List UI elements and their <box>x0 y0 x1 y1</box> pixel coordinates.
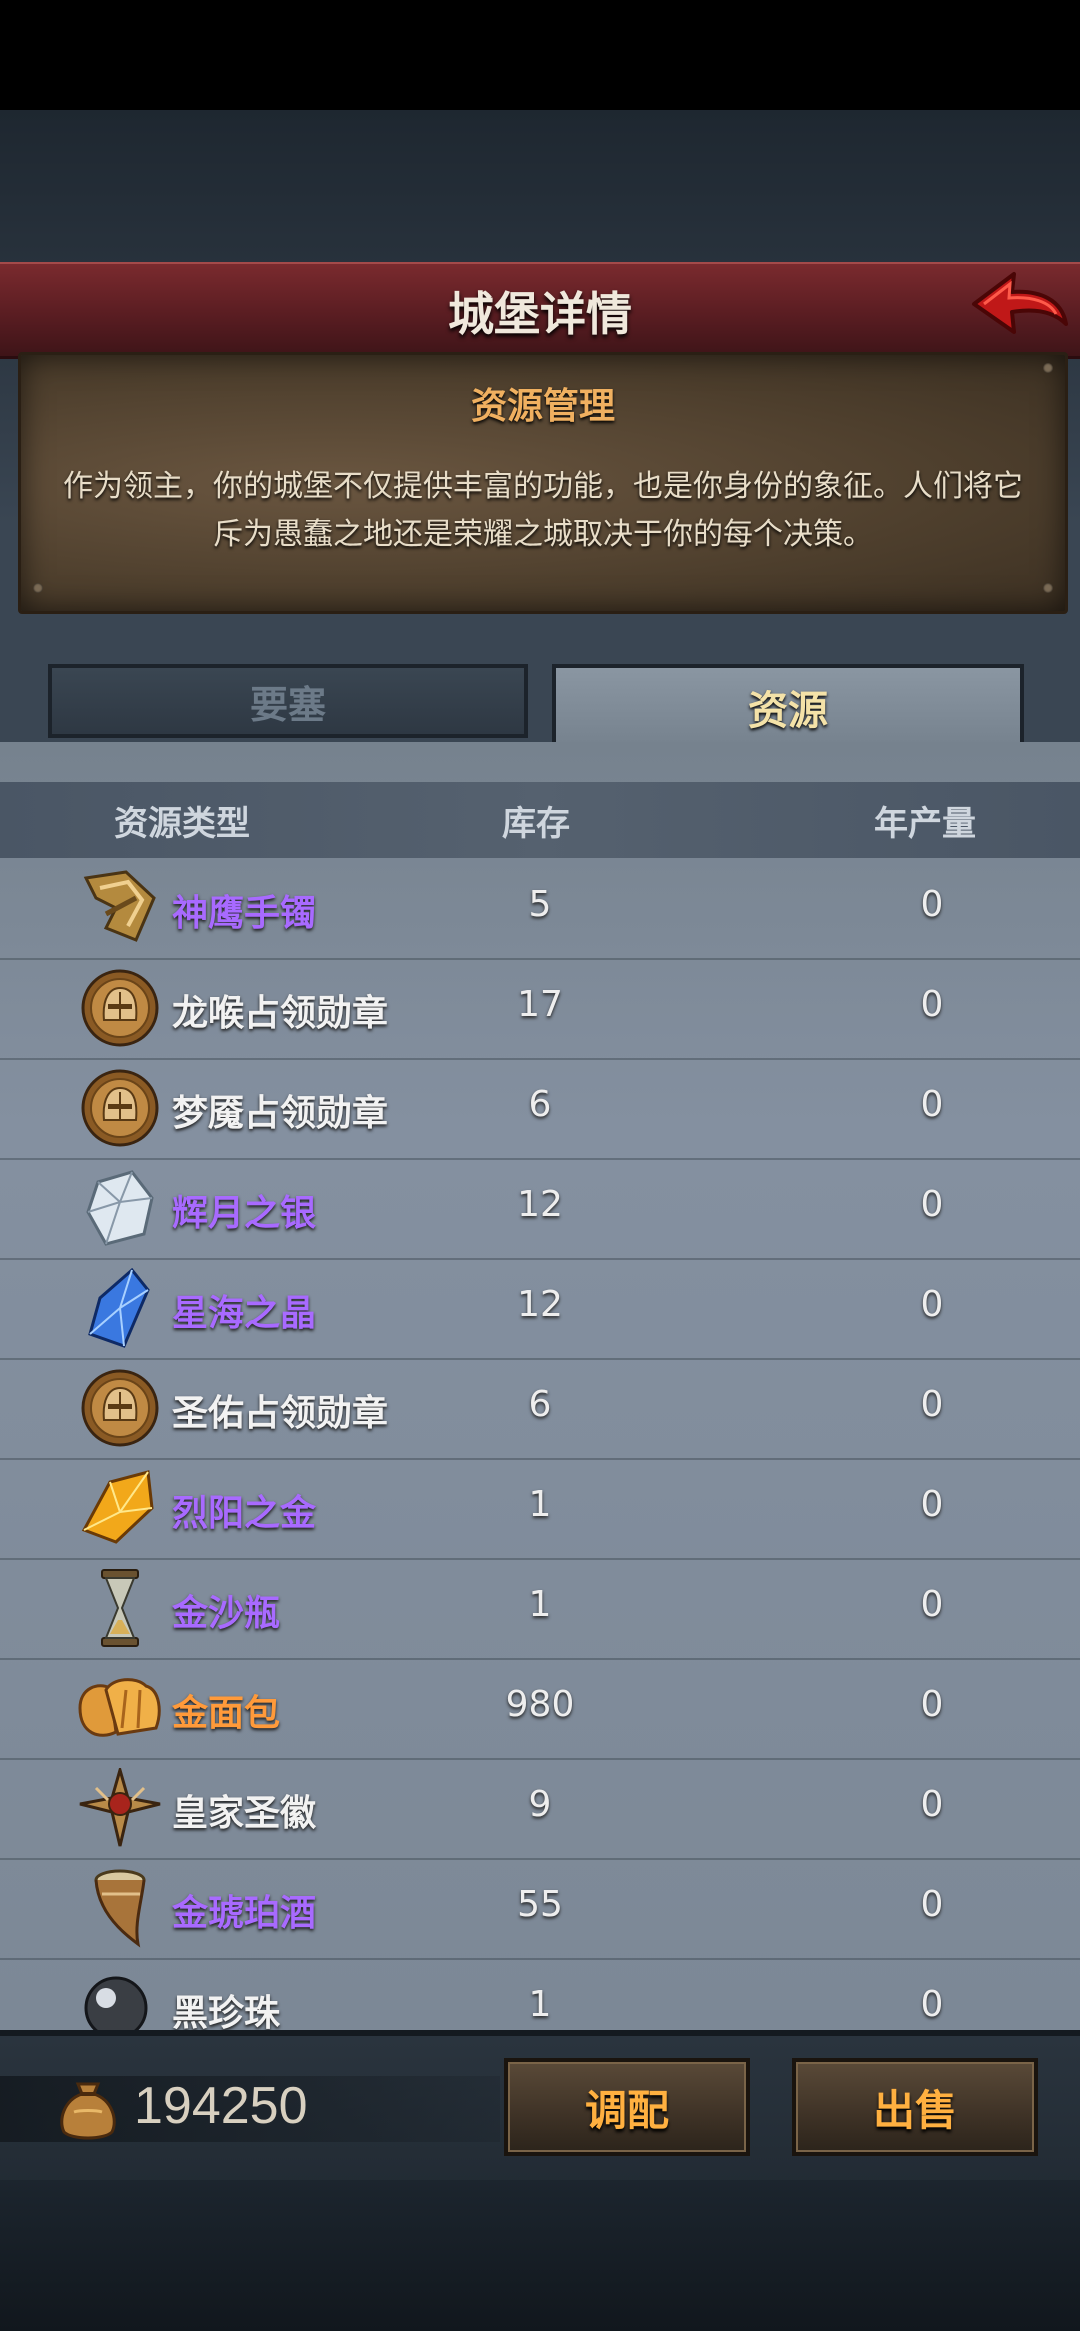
resource-name: 圣佑占领勋章 <box>172 1393 389 1434</box>
hourglass-icon <box>76 1568 164 1648</box>
resource-annual: 0 <box>920 1484 944 1525</box>
resource-stock: 12 <box>517 1284 563 1325</box>
horn-icon <box>76 1868 164 1948</box>
page-title: 城堡详情 <box>448 287 632 341</box>
allocate-button-label: 调配 <box>584 2085 669 2135</box>
resource-name: 梦魇占领勋章 <box>172 1093 389 1134</box>
resource-row[interactable]: 金沙瓶 1 0 <box>0 1558 1080 1660</box>
tab-resources-label: 资源 <box>748 688 828 734</box>
rivet <box>1043 363 1053 373</box>
resource-row[interactable]: 圣佑占领勋章 6 0 <box>0 1358 1080 1460</box>
silver-crystal-icon <box>76 1168 164 1248</box>
resource-stock: 1 <box>528 1984 552 2025</box>
gold-amount: 194250 <box>134 2077 308 2135</box>
resource-name: 金面包 <box>172 1693 281 1734</box>
resource-stock: 980 <box>505 1684 575 1725</box>
resource-annual: 0 <box>920 1984 944 2025</box>
resource-annual: 0 <box>920 1384 944 1425</box>
resource-row[interactable]: 金面包 980 0 <box>0 1658 1080 1760</box>
pearl-icon <box>76 1968 164 2030</box>
medal-icon <box>76 1068 164 1148</box>
bread-icon <box>76 1668 164 1748</box>
resource-name: 龙喉占领勋章 <box>172 993 389 1034</box>
header-stock: 库存 <box>502 804 570 844</box>
resource-annual: 0 <box>920 1084 944 1125</box>
rivet <box>1043 583 1053 593</box>
resource-row[interactable]: 神鹰手镯 5 0 <box>0 858 1080 960</box>
resource-stock: 12 <box>517 1184 563 1225</box>
sell-button-label: 出售 <box>872 2085 957 2135</box>
resource-stock: 1 <box>528 1584 552 1625</box>
resource-name: 金沙瓶 <box>172 1593 281 1634</box>
blue-crystal-icon <box>76 1267 164 1348</box>
header-annual: 年产量 <box>874 804 976 844</box>
resource-name: 金琥珀酒 <box>172 1893 317 1934</box>
info-panel: 资源管理 作为领主，你的城堡不仅提供丰富的功能，也是你身份的象征。人们将它斥为愚… <box>18 352 1068 614</box>
rivet <box>33 583 43 593</box>
resource-annual: 0 <box>920 1584 944 1625</box>
resource-stock: 17 <box>517 984 563 1025</box>
medal-icon <box>76 1368 164 1448</box>
info-title: 资源管理 <box>470 386 615 427</box>
resource-stock: 5 <box>528 884 552 925</box>
sell-button[interactable]: 出售 <box>792 2058 1038 2156</box>
resource-stock: 6 <box>528 1084 552 1125</box>
resource-name: 黑珍珠 <box>172 1993 281 2030</box>
resource-stock: 1 <box>528 1484 552 1525</box>
gold-sack-icon <box>56 2076 120 2140</box>
back-arrow-icon <box>972 272 1068 334</box>
tab-resources[interactable]: 资源 <box>552 664 1024 746</box>
bracelet-icon <box>76 868 164 948</box>
gold-crystal-icon <box>76 1468 164 1548</box>
resource-row[interactable]: 龙喉占领勋章 17 0 <box>0 958 1080 1060</box>
resource-stock: 9 <box>528 1784 552 1825</box>
resource-name: 神鹰手镯 <box>172 893 317 934</box>
tab-fortress[interactable]: 要塞 <box>48 664 528 738</box>
resource-row[interactable]: 烈阳之金 1 0 <box>0 1458 1080 1560</box>
resource-name: 星海之晶 <box>172 1293 317 1334</box>
resource-row[interactable]: 辉月之银 12 0 <box>0 1158 1080 1260</box>
resource-name: 烈阳之金 <box>172 1493 317 1534</box>
resource-annual: 0 <box>920 1284 944 1325</box>
medal-icon <box>76 968 164 1048</box>
allocate-button[interactable]: 调配 <box>504 2058 750 2156</box>
resource-annual: 0 <box>920 1784 944 1825</box>
resource-row[interactable]: 皇家圣徽 9 0 <box>0 1758 1080 1860</box>
resource-row[interactable]: 金琥珀酒 55 0 <box>0 1858 1080 1960</box>
resource-row[interactable]: 黑珍珠 1 0 <box>0 1958 1080 2030</box>
resource-row[interactable]: 梦魇占领勋章 6 0 <box>0 1058 1080 1160</box>
resource-annual: 0 <box>920 1184 944 1225</box>
resource-name: 皇家圣徽 <box>172 1793 317 1834</box>
tab-fortress-label: 要塞 <box>249 682 326 727</box>
resource-list[interactable]: 神鹰手镯 5 0 龙喉占领勋章 17 0 梦魇占领勋章 6 0 辉月之银 12 … <box>0 858 1080 2030</box>
bottom-background <box>0 2180 1080 2331</box>
resource-annual: 0 <box>920 1684 944 1725</box>
header-resource-type: 资源类型 <box>114 804 250 844</box>
resource-annual: 0 <box>920 984 944 1025</box>
resource-row[interactable]: 星海之晶 12 0 <box>0 1258 1080 1360</box>
emblem-icon <box>76 1764 164 1848</box>
info-text: 作为领主，你的城堡不仅提供丰富的功能，也是你身份的象征。人们将它斥为愚蠢之地还是… <box>63 469 1023 552</box>
resource-annual: 0 <box>920 1884 944 1925</box>
resource-stock: 6 <box>528 1384 552 1425</box>
resource-annual: 0 <box>920 884 944 925</box>
resource-stock: 55 <box>517 1884 563 1925</box>
column-header: 资源类型 库存 年产量 <box>0 782 1080 858</box>
back-button[interactable] <box>970 268 1070 348</box>
title-bar: 城堡详情 <box>0 262 1080 359</box>
resource-name: 辉月之银 <box>172 1193 317 1234</box>
